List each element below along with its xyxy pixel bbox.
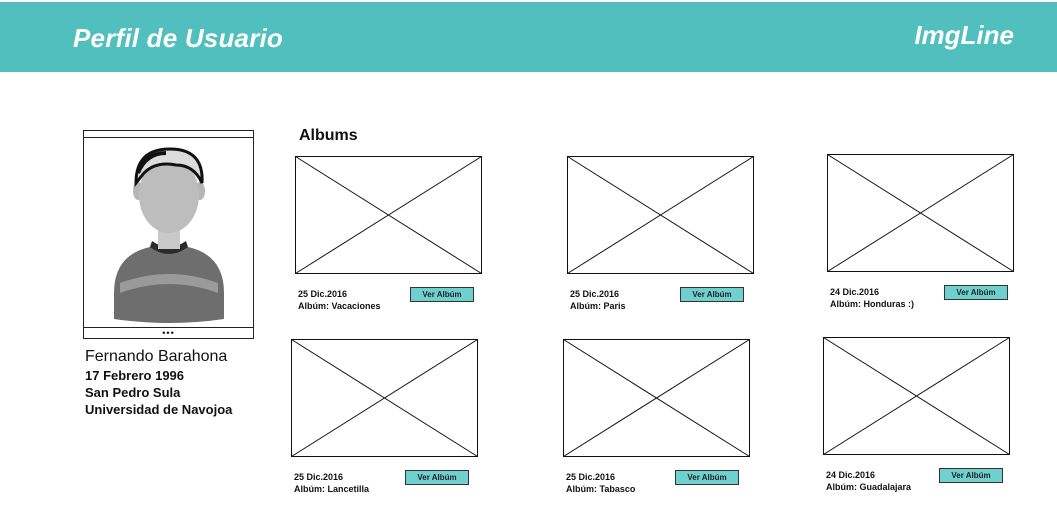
album-card: 24 Dic.2016 Albúm: Guadalajara Ver Albúm bbox=[823, 337, 1013, 497]
album-thumbnail[interactable] bbox=[291, 339, 478, 457]
album-card: 24 Dic.2016 Albúm: Honduras :) Ver Albúm bbox=[827, 154, 1017, 314]
album-date: 25 Dic.2016 bbox=[570, 289, 620, 299]
album-card: 25 Dic.2016 Albúm: Tabasco Ver Albúm bbox=[563, 339, 753, 499]
album-date: 25 Dic.2016 bbox=[566, 472, 616, 482]
page-title: Perfil de Usuario bbox=[73, 23, 284, 53]
brand-logo[interactable]: ImgLine bbox=[914, 20, 1014, 51]
user-name: Fernando Barahona bbox=[85, 348, 228, 365]
more-options-icon[interactable]: ••• bbox=[84, 328, 253, 338]
album-title: Albúm: Vacaciones bbox=[298, 301, 381, 311]
view-album-button[interactable]: Ver Albúm bbox=[410, 287, 474, 302]
album-thumbnail[interactable] bbox=[823, 337, 1010, 455]
album-date: 25 Dic.2016 bbox=[298, 289, 348, 299]
user-city: San Pedro Sula bbox=[85, 385, 181, 400]
album-card: 25 Dic.2016 Albúm: Lancetilla Ver Albúm bbox=[291, 339, 481, 499]
album-thumbnail[interactable] bbox=[563, 339, 750, 457]
album-card: 25 Dic.2016 Albúm: Paris Ver Albúm bbox=[567, 156, 757, 316]
user-info: Fernando Barahona 17 Febrero 1996 San Pe… bbox=[85, 348, 232, 417]
album-title: Albúm: Honduras :) bbox=[830, 299, 914, 309]
album-thumbnail[interactable] bbox=[295, 156, 482, 274]
user-avatar-icon bbox=[114, 147, 224, 323]
album-thumbnail[interactable] bbox=[827, 154, 1014, 272]
header-bar: Perfil de Usuario ImgLine bbox=[0, 2, 1057, 72]
album-date: 25 Dic.2016 bbox=[294, 472, 344, 482]
view-album-button[interactable]: Ver Albúm bbox=[944, 285, 1008, 300]
album-date: 24 Dic.2016 bbox=[826, 470, 876, 480]
albums-heading: Albums bbox=[299, 127, 358, 144]
view-album-button[interactable]: Ver Albúm bbox=[680, 287, 744, 302]
album-date: 24 Dic.2016 bbox=[830, 287, 880, 297]
view-album-button[interactable]: Ver Albúm bbox=[675, 470, 739, 485]
album-title: Albúm: Paris bbox=[570, 301, 626, 311]
view-album-button[interactable]: Ver Albúm bbox=[405, 470, 469, 485]
frame-divider bbox=[84, 137, 253, 138]
album-thumbnail[interactable] bbox=[567, 156, 754, 274]
view-album-button[interactable]: Ver Albúm bbox=[939, 468, 1003, 483]
album-title: Albúm: Guadalajara bbox=[826, 482, 912, 492]
album-title: Albúm: Lancetilla bbox=[294, 484, 370, 494]
user-birthdate: 17 Febrero 1996 bbox=[85, 368, 185, 383]
album-card: 25 Dic.2016 Albúm: Vacaciones Ver Albúm bbox=[295, 156, 485, 316]
user-school: Universidad de Navojoa bbox=[85, 402, 233, 417]
album-title: Albúm: Tabasco bbox=[566, 484, 636, 494]
profile-picture-frame: ••• bbox=[83, 130, 254, 339]
